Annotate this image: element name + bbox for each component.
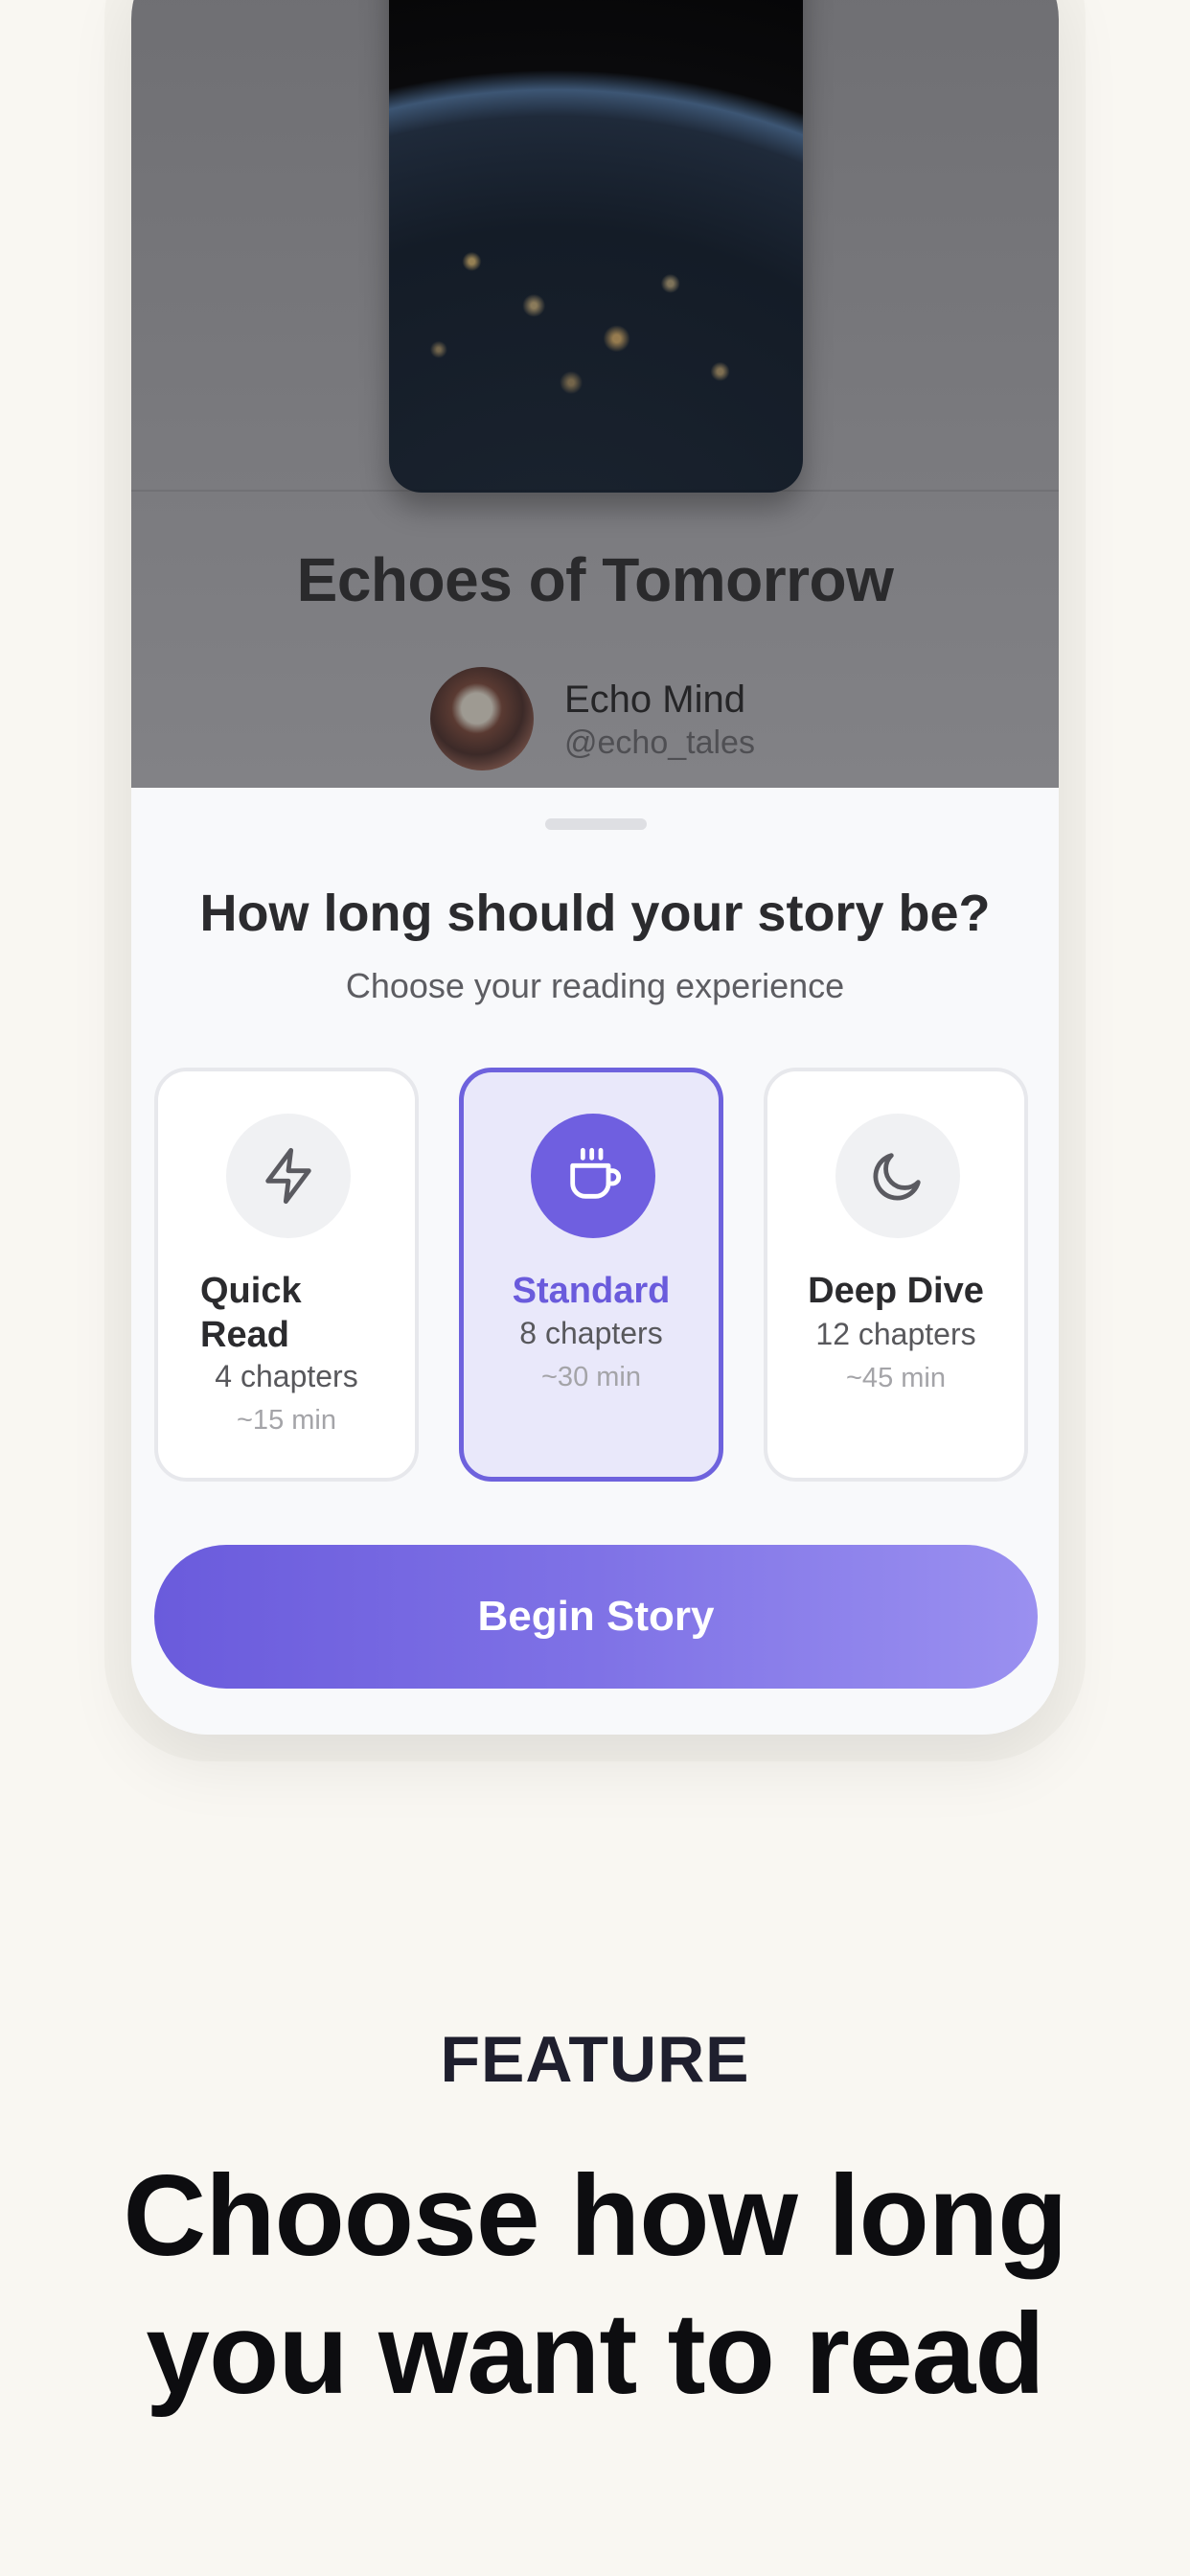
story-cover-image — [389, 0, 803, 493]
option-chapters: 12 chapters — [815, 1317, 976, 1351]
story-backdrop: Echoes of Tomorrow Echo Mind @echo_tales — [131, 0, 1059, 788]
divider — [131, 490, 1059, 492]
coffee-cup-icon — [531, 1114, 655, 1238]
feature-eyebrow: FEATURE — [440, 2023, 750, 2096]
author-handle: @echo_tales — [564, 724, 755, 761]
headline-line: Choose how long — [123, 2151, 1068, 2280]
option-standard[interactable]: Standard 8 chapters ~30 min — [459, 1068, 723, 1482]
option-chapters: 8 chapters — [519, 1316, 663, 1350]
avatar[interactable] — [430, 667, 534, 770]
length-bottom-sheet: How long should your story be? Choose yo… — [131, 788, 1059, 1735]
moon-icon — [835, 1114, 960, 1238]
story-title: Echoes of Tomorrow — [296, 545, 894, 614]
author-name: Echo Mind — [564, 678, 745, 721]
option-label: Standard — [512, 1271, 671, 1311]
sheet-drag-handle[interactable] — [545, 818, 647, 830]
begin-story-button[interactable]: Begin Story — [154, 1545, 1038, 1689]
sheet-subtitle: Choose your reading experience — [345, 966, 845, 1005]
option-chapters: 4 chapters — [215, 1359, 358, 1393]
option-quick-read[interactable]: Quick Read 4 chapters ~15 min — [154, 1068, 419, 1482]
option-label: Deep Dive — [808, 1271, 984, 1311]
option-label: Quick Read — [200, 1271, 302, 1355]
lightning-icon — [226, 1114, 351, 1238]
option-duration: ~15 min — [237, 1405, 336, 1436]
option-duration: ~45 min — [846, 1363, 946, 1393]
phone-frame: Echoes of Tomorrow Echo Mind @echo_tales… — [131, 0, 1059, 1735]
headline-line: you want to read — [146, 2289, 1044, 2418]
sheet-title: How long should your story be? — [199, 885, 991, 942]
marketing-headline: Choose how long you want to read — [0, 2147, 1190, 2423]
option-duration: ~30 min — [541, 1362, 641, 1392]
option-deep-dive[interactable]: Deep Dive 12 chapters ~45 min — [764, 1068, 1028, 1482]
